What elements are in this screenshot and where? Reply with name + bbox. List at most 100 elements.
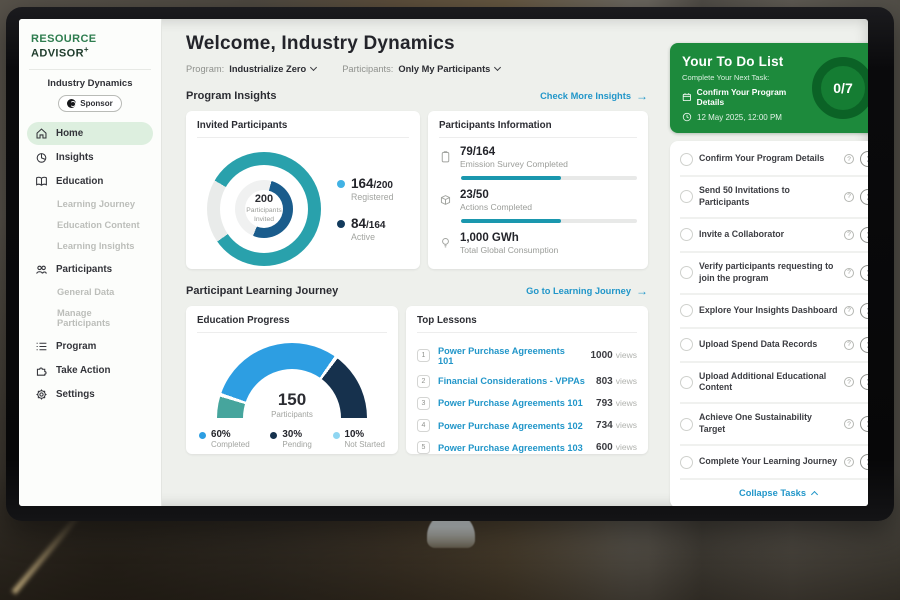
sidebar-item-education[interactable]: Education (27, 170, 153, 193)
check-more-insights-link[interactable]: Check More Insights → (540, 89, 648, 103)
help-icon[interactable] (844, 306, 854, 316)
chevron-up-icon (811, 491, 818, 498)
arrow-right-icon: → (636, 89, 648, 103)
task-checkbox[interactable] (680, 266, 693, 279)
rank-badge: 2 (417, 375, 430, 388)
sidebar-item-settings[interactable]: Settings (27, 383, 153, 406)
task-open-button[interactable] (860, 454, 868, 470)
gauge-center-value: 150 (217, 390, 367, 410)
lesson-link[interactable]: Power Purchase Agreements 102 (438, 421, 588, 431)
sidebar-item-learning-insights[interactable]: Learning Insights (27, 236, 153, 257)
help-icon[interactable] (844, 340, 854, 350)
task-label[interactable]: Verify participants requesting to join t… (699, 261, 838, 285)
task-open-button[interactable] (860, 227, 868, 243)
views-label: views (616, 398, 637, 408)
book-icon (35, 175, 48, 188)
task-label[interactable]: Upload Spend Data Records (699, 339, 838, 351)
sidebar-item-education-content[interactable]: Education Content (27, 215, 153, 236)
task-open-button[interactable] (860, 416, 868, 432)
task-row: Achieve One Sustainability Target (680, 404, 868, 446)
education-progress-card: Education Progress 150 Participants 60% … (186, 306, 398, 454)
participants-filter-value: Only My Participants (398, 64, 490, 74)
task-label[interactable]: Send 50 Invitations to Participants (699, 185, 838, 209)
views-count: 600 (596, 442, 613, 453)
sidebar-item-general-data[interactable]: General Data (27, 282, 153, 303)
task-checkbox[interactable] (680, 338, 693, 351)
help-icon[interactable] (844, 154, 854, 164)
program-insights-header: Program Insights Check More Insights → (186, 89, 648, 103)
stat-consumption: 1,000 GWh Total Global Consumption (439, 232, 637, 255)
task-open-button[interactable] (860, 303, 868, 319)
lesson-row: 4 Power Purchase Agreements 102 734views (417, 415, 637, 437)
help-icon[interactable] (844, 268, 854, 278)
go-to-learning-journey-link[interactable]: Go to Learning Journey → (526, 284, 648, 298)
sidebar-item-program[interactable]: Program (27, 335, 153, 358)
help-icon[interactable] (844, 457, 854, 467)
task-row: Confirm Your Program Details (680, 143, 868, 177)
home-icon (35, 127, 48, 140)
sponsor-icon (67, 99, 76, 108)
task-open-button[interactable] (860, 189, 868, 205)
lesson-link[interactable]: Power Purchase Agreements 101 (438, 398, 588, 408)
views-count: 793 (596, 398, 613, 409)
help-icon[interactable] (844, 230, 854, 240)
sidebar-item-home[interactable]: Home (27, 122, 153, 145)
help-icon[interactable] (844, 192, 854, 202)
sponsor-badge[interactable]: Sponsor (58, 95, 122, 112)
task-label[interactable]: Explore Your Insights Dashboard (699, 305, 838, 317)
participants-filter[interactable]: Participants: Only My Participants (342, 64, 500, 74)
invited-participants-card: Invited Participants 200 Participants In… (186, 111, 420, 269)
task-label[interactable]: Upload Additional Educational Content (699, 371, 838, 395)
task-label[interactable]: Complete Your Learning Journey (699, 456, 838, 468)
task-checkbox[interactable] (680, 456, 693, 469)
lesson-row: 3 Power Purchase Agreements 101 793views (417, 392, 637, 414)
chevron-down-icon (310, 64, 317, 71)
link-label: Check More Insights (540, 91, 631, 101)
help-icon[interactable] (844, 419, 854, 429)
task-checkbox[interactable] (680, 190, 693, 203)
task-checkbox[interactable] (680, 228, 693, 241)
program-filter[interactable]: Program: Industrialize Zero (186, 64, 316, 74)
registered-label: Registered (351, 192, 394, 202)
task-open-button[interactable] (860, 151, 868, 167)
task-label[interactable]: Invite a Collaborator (699, 229, 838, 241)
sidebar-item-label: Program (56, 341, 96, 352)
sidebar-item-take-action[interactable]: Take Action (27, 359, 153, 382)
stat-label: Total Global Consumption (460, 245, 558, 255)
collapse-tasks-link[interactable]: Collapse Tasks (680, 480, 868, 502)
lesson-link[interactable]: Power Purchase Agreements 101 (438, 346, 582, 366)
task-label[interactable]: Confirm Your Program Details (699, 153, 838, 165)
sidebar-item-learning-journey[interactable]: Learning Journey (27, 194, 153, 215)
calendar-icon (682, 92, 692, 102)
task-checkbox[interactable] (680, 418, 693, 431)
legend-label: Not Started (345, 440, 385, 449)
task-checkbox[interactable] (680, 153, 693, 166)
task-checkbox[interactable] (680, 376, 693, 389)
actions-progressbar (461, 219, 637, 223)
task-open-button[interactable] (860, 265, 868, 281)
lesson-link[interactable]: Power Purchase Agreements 103 (438, 443, 588, 453)
donut-center: 200 Participants Invited (245, 190, 283, 228)
lesson-link[interactable]: Financial Considerations - VPPAs (438, 376, 588, 386)
top-lessons-card: Top Lessons 1 Power Purchase Agreements … (406, 306, 648, 454)
rank-badge: 1 (417, 349, 430, 362)
logo-plus: + (84, 45, 89, 54)
rank-badge: 3 (417, 397, 430, 410)
card-title: Education Progress (197, 315, 387, 333)
link-label: Go to Learning Journey (526, 286, 631, 296)
legend-pending: 30% Pending (270, 429, 311, 449)
legend-value: 30% (282, 429, 311, 440)
gauge-center: 150 Participants (217, 390, 367, 419)
sidebar-item-manage-participants[interactable]: Manage Participants (27, 303, 153, 334)
puzzle-icon (35, 364, 48, 377)
help-icon[interactable] (844, 377, 854, 387)
todo-summary-card: Your To Do List Complete Your Next Task:… (670, 43, 868, 133)
task-open-button[interactable] (860, 337, 868, 353)
sidebar-item-participants[interactable]: Participants (27, 258, 153, 281)
task-checkbox[interactable] (680, 304, 693, 317)
sidebar-item-insights[interactable]: Insights (27, 146, 153, 169)
task-label[interactable]: Achieve One Sustainability Target (699, 412, 838, 436)
todo-progress-ring: 0/7 (812, 57, 868, 119)
task-open-button[interactable] (860, 374, 868, 390)
learning-journey-header: Participant Learning Journey Go to Learn… (186, 284, 648, 298)
